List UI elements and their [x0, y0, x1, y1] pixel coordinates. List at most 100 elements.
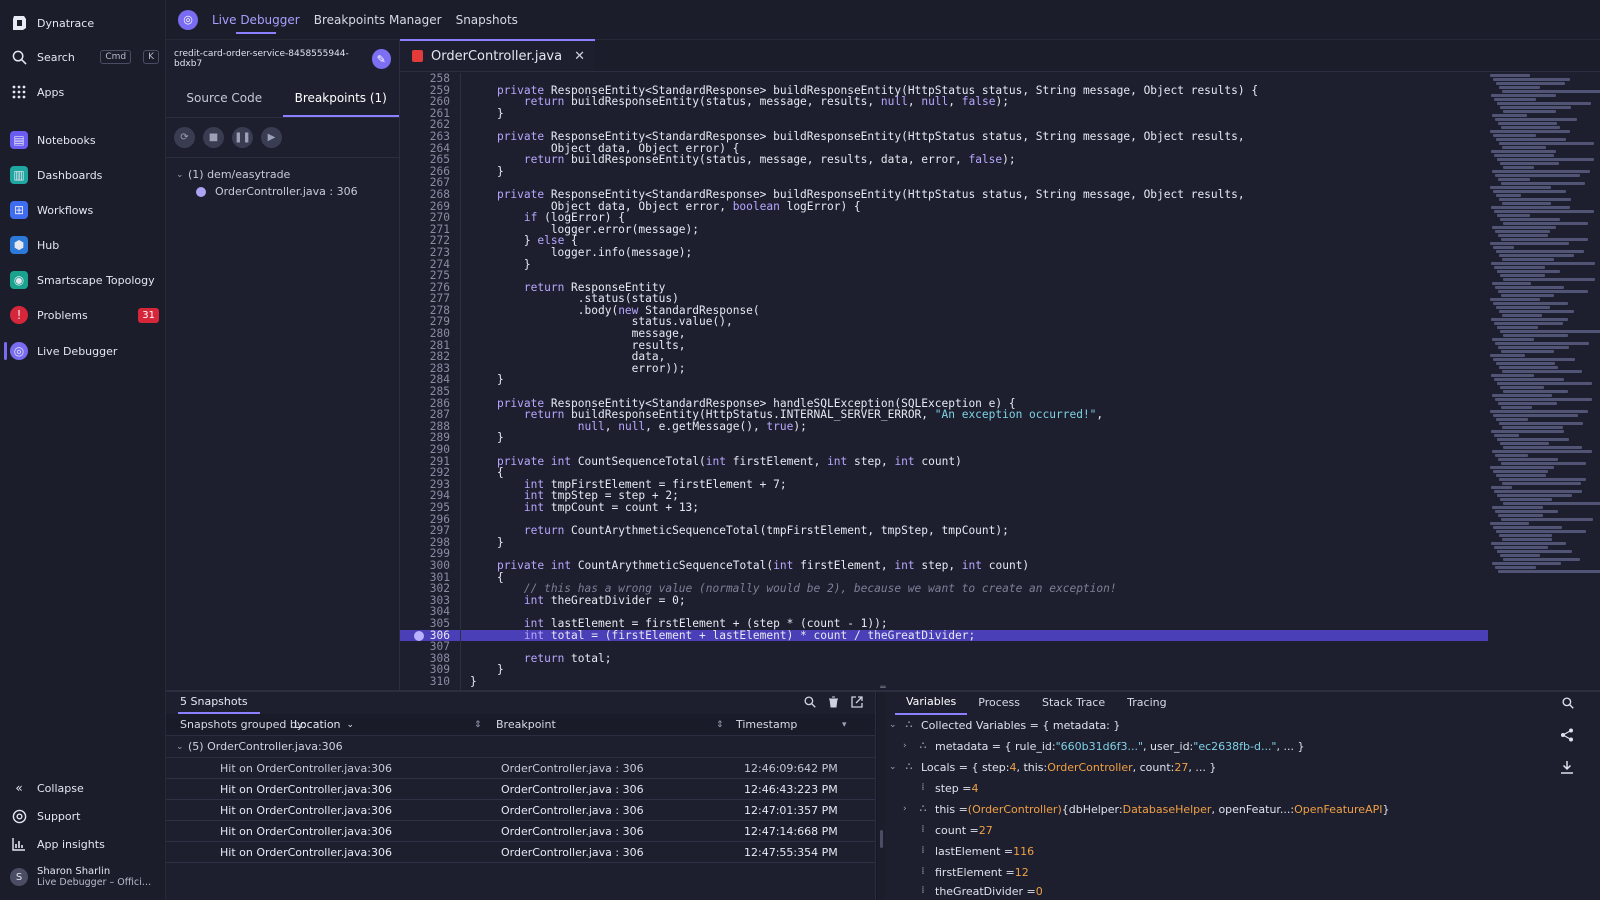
- tree-item[interactable]: OrderController.java : 306: [176, 183, 399, 200]
- code-line[interactable]: 300 private int CountArythmeticSequenceT…: [400, 560, 1488, 572]
- var-last-element[interactable]: ⁞ lastElement = 116: [917, 841, 1034, 861]
- tab-source-code[interactable]: Source Code: [166, 78, 283, 117]
- number-type-icon: ⁞: [921, 885, 925, 896]
- snapshot-row[interactable]: Hit on OrderController.java:306 OrderCont…: [166, 821, 875, 842]
- sort-icon[interactable]: ⇕: [474, 714, 482, 735]
- splitter-grip-icon[interactable]: ═: [876, 684, 890, 693]
- var-the-great-divider[interactable]: ⁞ theGreatDivider = 0: [917, 882, 1042, 900]
- share-icon[interactable]: [1560, 728, 1574, 746]
- code-line[interactable]: 285: [400, 386, 1488, 398]
- snapshot-row[interactable]: Hit on OrderController.java:306 OrderCont…: [166, 758, 875, 779]
- code-line[interactable]: 261 }: [400, 108, 1488, 120]
- code-line[interactable]: 284 }: [400, 374, 1488, 386]
- tab-breakpoints[interactable]: Breakpoints (1): [282, 78, 399, 117]
- tab-process[interactable]: Process: [967, 692, 1031, 714]
- breakpoint-marker-icon[interactable]: [414, 630, 424, 641]
- var-this[interactable]: › ⛬ this = (OrderController) {dbHelper: …: [903, 799, 1389, 819]
- code-line[interactable]: 298 }: [400, 537, 1488, 549]
- code-line[interactable]: 266 }: [400, 166, 1488, 178]
- sort-desc-icon[interactable]: ▾: [842, 714, 847, 735]
- code-line[interactable]: 297 return CountArythmeticSequenceTotal(…: [400, 525, 1488, 537]
- sidebar-item-dashboards[interactable]: ▥ Dashboards: [10, 162, 159, 188]
- var-value: OrderController: [1047, 760, 1133, 774]
- code-line[interactable]: 260 return buildResponseEntity(status, m…: [400, 96, 1488, 108]
- code-line[interactable]: 273 logger.info(message);: [400, 247, 1488, 259]
- tab-variables[interactable]: Variables: [895, 691, 968, 715]
- var-step[interactable]: ⁞ step = 4: [917, 778, 978, 798]
- code-line[interactable]: 295 int tmpCount = count + 13;: [400, 502, 1488, 514]
- code-line[interactable]: 270 if (logError) {: [400, 212, 1488, 224]
- code-line[interactable]: 302 // this has a wrong value (normally …: [400, 583, 1488, 595]
- tree-group[interactable]: ⌄ (1) dem/easytrade: [176, 166, 399, 183]
- var-collected[interactable]: ⌄ ⛬ Collected Variables = { metadata: }: [889, 715, 1120, 735]
- var-metadata[interactable]: › ⛬ metadata = { rule_id: "660b31d6f3...…: [903, 736, 1304, 756]
- collapse-button[interactable]: « Collapse: [10, 775, 159, 801]
- tab-breakpoints-manager[interactable]: Breakpoints Manager: [314, 0, 442, 40]
- search-icon[interactable]: [1562, 697, 1574, 712]
- column-header-breakpoint[interactable]: Breakpoint: [496, 714, 556, 735]
- snapshot-row[interactable]: Hit on OrderController.java:306 OrderCont…: [166, 842, 875, 863]
- apps-button[interactable]: Apps: [10, 79, 159, 105]
- splitter-grip-icon[interactable]: [880, 830, 883, 848]
- code-line[interactable]: 288 null, null, e.getMessage(), true);: [400, 421, 1488, 433]
- service-selector[interactable]: credit-card-order-service-8458555944-bdx…: [166, 40, 399, 78]
- pause-icon[interactable]: ❚❚: [232, 127, 253, 148]
- open-external-icon[interactable]: [851, 695, 863, 711]
- sidebar-item-notebooks[interactable]: ▤ Notebooks: [10, 127, 159, 153]
- user-menu[interactable]: S Sharon Sharlin Live Debugger – Officia…: [10, 862, 159, 892]
- var-value: "ec2638fb-d...": [1193, 739, 1277, 753]
- grouped-by-select[interactable]: Location ⌄: [294, 714, 354, 735]
- sidebar-item-workflows[interactable]: ⊞ Workflows: [10, 197, 159, 223]
- code-line[interactable]: 265 return buildResponseEntity(status, m…: [400, 154, 1488, 166]
- var-first-element[interactable]: ⁞ firstElement = 12: [917, 862, 1028, 882]
- file-tab-ordercontroller[interactable]: OrderController.java ✕: [400, 39, 595, 71]
- edit-icon[interactable]: ✎: [371, 49, 391, 69]
- tab-stack-trace[interactable]: Stack Trace: [1031, 692, 1116, 714]
- code-line[interactable]: 258: [400, 73, 1488, 85]
- minimap-line: [1499, 534, 1552, 537]
- code-minimap[interactable]: [1490, 73, 1600, 690]
- sidebar-item-hub[interactable]: ⬢ Hub: [10, 232, 159, 258]
- minimap-line: [1498, 402, 1557, 405]
- delete-icon[interactable]: ■: [203, 127, 224, 148]
- brand-link[interactable]: Dynatrace: [10, 10, 159, 36]
- snapshot-row[interactable]: Hit on OrderController.java:306 OrderCont…: [166, 800, 875, 821]
- code-line[interactable]: 291 private int CountSequenceTotal(int f…: [400, 455, 1488, 468]
- minimap-line: [1501, 294, 1554, 297]
- sidebar-item-problems[interactable]: ! Problems 31: [10, 302, 159, 328]
- sidebar-item-smartscape[interactable]: ◉ Smartscape Topology: [10, 267, 159, 293]
- play-icon[interactable]: ▶: [261, 127, 282, 148]
- code-line[interactable]: 263 private ResponseEntity<StandardRespo…: [400, 131, 1488, 143]
- sidebar-item-live-debugger[interactable]: ◎ Live Debugger: [10, 338, 159, 364]
- code-line[interactable]: 309 }: [400, 664, 1488, 676]
- vertical-splitter[interactable]: [877, 692, 885, 900]
- snapshot-group-row[interactable]: ⌄ (5) OrderController.java:306: [166, 736, 875, 758]
- var-locals[interactable]: ⌄ ⛬ Locals = { step: 4, this: OrderContr…: [889, 757, 1216, 777]
- download-icon[interactable]: [1560, 760, 1574, 778]
- sort-icon[interactable]: ⇕: [716, 714, 724, 735]
- code-line[interactable]: 303 int theGreatDivider = 0;: [400, 594, 1488, 607]
- app-insights-button[interactable]: App insights: [10, 831, 159, 857]
- code-line-breakpoint[interactable]: 306 int total = (firstElement + lastElem…: [400, 629, 1488, 642]
- tab-snapshots[interactable]: Snapshots: [456, 0, 518, 40]
- code-line[interactable]: 283 error));: [400, 363, 1488, 375]
- code-line[interactable]: 289 }: [400, 432, 1488, 444]
- snapshot-row[interactable]: Hit on OrderController.java:306 OrderCont…: [166, 779, 875, 800]
- support-button[interactable]: Support: [10, 803, 159, 829]
- tab-tracing[interactable]: Tracing: [1116, 692, 1177, 714]
- code-line[interactable]: 310}: [400, 676, 1488, 688]
- refresh-icon[interactable]: ⟳: [174, 127, 195, 148]
- close-icon[interactable]: ✕: [574, 49, 585, 64]
- search-icon[interactable]: [804, 695, 816, 711]
- code-line[interactable]: 305 int lastElement = firstElement + (st…: [400, 618, 1488, 630]
- code-line[interactable]: 308 return total;: [400, 652, 1488, 665]
- code-area[interactable]: 258 259 private ResponseEntity<StandardRe…: [400, 73, 1488, 690]
- trash-icon[interactable]: [828, 696, 839, 711]
- search-button[interactable]: Search Cmd K: [10, 44, 159, 70]
- column-header-timestamp[interactable]: Timestamp: [736, 714, 797, 735]
- code-line[interactable]: 268 private ResponseEntity<StandardRespo…: [400, 189, 1488, 201]
- code-line[interactable]: 274 }: [400, 258, 1488, 271]
- var-count[interactable]: ⁞ count = 27: [917, 820, 992, 840]
- tab-live-debugger[interactable]: Live Debugger: [212, 0, 300, 40]
- code-line[interactable]: 280 message,: [400, 328, 1488, 340]
